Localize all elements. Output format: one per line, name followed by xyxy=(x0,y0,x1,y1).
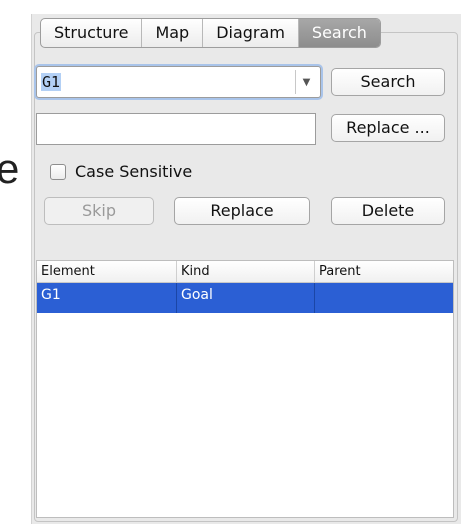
replace-button[interactable]: Replace xyxy=(174,197,310,225)
case-sensitive-label[interactable]: Case Sensitive xyxy=(75,162,192,181)
column-header-parent[interactable]: Parent xyxy=(315,261,453,282)
table-header: Element Kind Parent xyxy=(37,261,453,283)
delete-button[interactable]: Delete xyxy=(331,197,445,225)
tab-map[interactable]: Map xyxy=(142,19,204,47)
cell-parent xyxy=(315,283,453,313)
tab-diagram[interactable]: Diagram xyxy=(203,19,299,47)
replace-dialog-button[interactable]: Replace ... xyxy=(331,114,445,142)
clipped-text: e xyxy=(0,145,20,192)
search-query-combobox[interactable]: G1 ▼ xyxy=(36,66,321,98)
cell-kind: Goal xyxy=(177,283,315,313)
case-sensitive-option[interactable]: Case Sensitive xyxy=(50,162,192,181)
tab-structure[interactable]: Structure xyxy=(41,19,143,47)
dropdown-arrow-icon[interactable]: ▼ xyxy=(295,70,317,94)
search-button[interactable]: Search xyxy=(331,68,445,96)
column-header-element[interactable]: Element xyxy=(37,261,177,282)
table-row[interactable]: G1 Goal xyxy=(37,283,453,313)
cell-element: G1 xyxy=(37,283,177,313)
case-sensitive-checkbox[interactable] xyxy=(50,163,66,180)
results-table: Element Kind Parent G1 Goal xyxy=(36,260,454,518)
skip-button[interactable]: Skip xyxy=(44,197,154,225)
replace-input[interactable] xyxy=(36,113,316,145)
search-query-value[interactable]: G1 xyxy=(41,73,62,91)
tab-search[interactable]: Search xyxy=(298,19,380,47)
tab-bar: Structure Map Diagram Search xyxy=(40,18,381,48)
column-header-kind[interactable]: Kind xyxy=(177,261,315,282)
